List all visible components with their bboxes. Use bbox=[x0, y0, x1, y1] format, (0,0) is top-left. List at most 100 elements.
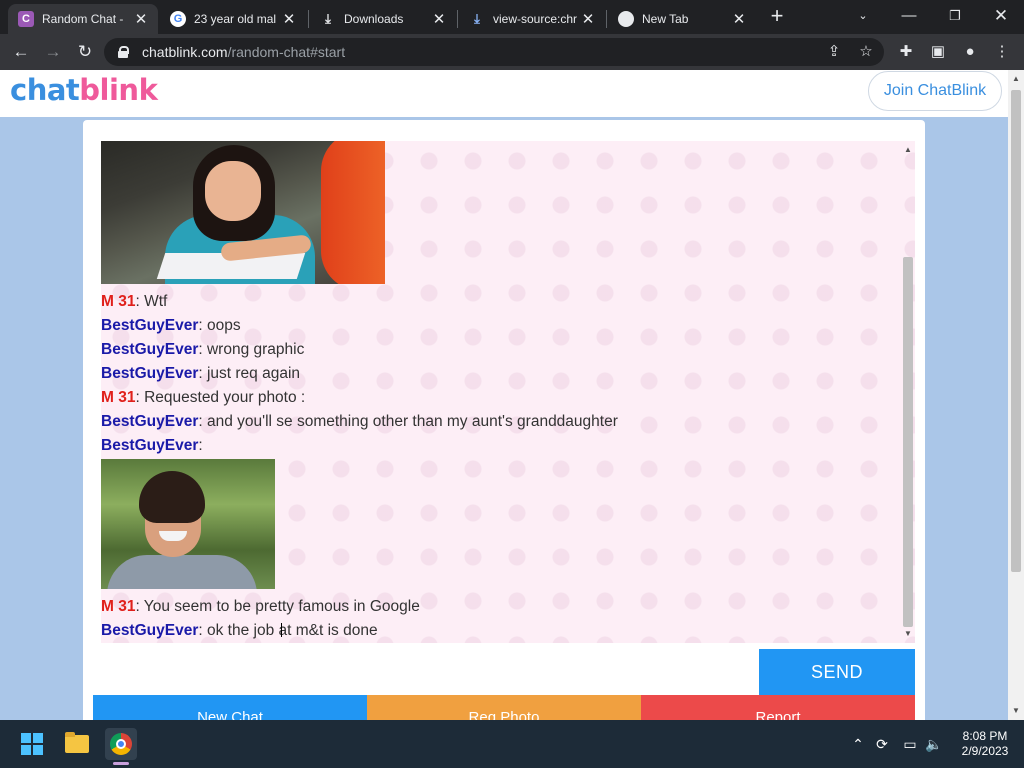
chrome-icon bbox=[618, 11, 634, 27]
send-button[interactable]: SEND bbox=[759, 649, 915, 695]
extensions-puzzle-icon[interactable]: ✚ bbox=[896, 42, 916, 62]
close-tab-icon[interactable]: ✕ bbox=[132, 10, 150, 28]
message-nick: BestGuyEver bbox=[101, 437, 199, 454]
tab-title: Random Chat - bbox=[42, 12, 124, 26]
chrome-icon bbox=[110, 733, 132, 755]
photo-detail bbox=[321, 141, 385, 284]
photo-detail bbox=[139, 471, 205, 523]
more-menu-icon[interactable]: ⋮ bbox=[992, 42, 1012, 62]
chat-scrollbar[interactable]: ▲ ▼ bbox=[901, 141, 915, 643]
chat-scroll-thumb[interactable] bbox=[903, 257, 913, 627]
close-tab-icon[interactable]: ✕ bbox=[430, 10, 448, 28]
close-tab-icon[interactable]: ✕ bbox=[730, 10, 748, 28]
profile-avatar-icon[interactable]: ● bbox=[960, 42, 980, 62]
chat-action-row: New Chat Req Photo Report bbox=[93, 695, 915, 720]
browser-toolbar: ← → ↻ chatblink.com/random-chat#start ⇪ … bbox=[0, 34, 1024, 70]
message-text: : and you'll se something other than my … bbox=[198, 413, 618, 430]
active-app-indicator bbox=[113, 762, 129, 765]
url-host: chatblink.com bbox=[142, 44, 228, 60]
reload-icon[interactable]: ↻ bbox=[72, 40, 98, 64]
tab-title: Downloads bbox=[344, 12, 404, 26]
message-text: : Wtf bbox=[135, 293, 168, 310]
chatblink-logo[interactable]: chatblink bbox=[10, 73, 158, 107]
back-arrow-icon[interactable]: ← bbox=[8, 40, 34, 64]
text-cursor bbox=[281, 623, 287, 637]
chat-message: BestGuyEver: wrong graphic bbox=[101, 338, 897, 362]
chat-message: BestGuyEver: just req again bbox=[101, 362, 897, 386]
tab-separator bbox=[457, 10, 458, 28]
message-nick: M 31 bbox=[101, 389, 136, 406]
sync-icon[interactable]: ⟳ bbox=[872, 734, 892, 754]
logo-part-blink: blink bbox=[79, 73, 158, 107]
tray-chevron-up-icon[interactable]: ⌃ bbox=[848, 734, 868, 754]
message-text: : just req again bbox=[198, 365, 301, 382]
taskbar-clock[interactable]: 8:08 PM 2/9/2023 bbox=[950, 729, 1020, 759]
message-nick: BestGuyEver bbox=[101, 365, 199, 382]
report-button[interactable]: Report bbox=[641, 695, 915, 720]
req-photo-button[interactable]: Req Photo bbox=[367, 695, 641, 720]
network-icon[interactable]: ▭ bbox=[900, 734, 920, 754]
tab-search-chevron-icon[interactable]: ⌄ bbox=[850, 6, 876, 28]
forward-arrow-icon[interactable]: → bbox=[40, 40, 66, 64]
folder-icon bbox=[65, 732, 89, 753]
scroll-down-arrow-icon[interactable]: ▼ bbox=[901, 629, 915, 638]
page-viewport: chatblink Join ChatBlink M 31: Wtf BestG… bbox=[0, 70, 1024, 720]
new-tab-plus-icon[interactable]: + bbox=[766, 5, 788, 28]
message-nick: M 31 bbox=[101, 293, 136, 310]
chat-message: BestGuyEver: bbox=[101, 434, 897, 458]
side-panel-icon[interactable]: ▣ bbox=[928, 42, 948, 62]
page-scroll-down-icon[interactable]: ▼ bbox=[1008, 706, 1024, 715]
message-nick: BestGuyEver bbox=[101, 413, 199, 430]
tab-new-tab[interactable]: New Tab ✕ bbox=[608, 4, 756, 34]
message-nick: BestGuyEver bbox=[101, 622, 199, 639]
close-window-icon[interactable]: ✕ bbox=[988, 6, 1014, 28]
chat-message: BestGuyEver: oops bbox=[101, 314, 897, 338]
file-explorer-button[interactable] bbox=[61, 728, 93, 760]
message-text: : Requested your photo : bbox=[135, 389, 306, 406]
scroll-up-arrow-icon[interactable]: ▲ bbox=[901, 145, 915, 154]
bookmark-star-icon[interactable]: ☆ bbox=[856, 42, 876, 62]
chat-log[interactable]: M 31: Wtf BestGuyEver: oops BestGuyEver:… bbox=[101, 141, 915, 643]
windows-logo-icon bbox=[21, 733, 43, 755]
tab-title: New Tab bbox=[642, 12, 689, 26]
site-header: chatblink Join ChatBlink bbox=[0, 70, 1008, 117]
tab-random-chat[interactable]: C Random Chat - ✕ bbox=[8, 4, 158, 34]
join-chatblink-button[interactable]: Join ChatBlink bbox=[868, 71, 1002, 111]
tab-downloads[interactable]: ⤓ Downloads ✕ bbox=[310, 4, 456, 34]
url-path: /random-chat#start bbox=[227, 44, 346, 60]
chat-messages: M 31: Wtf BestGuyEver: oops BestGuyEver:… bbox=[101, 141, 897, 643]
tab-strip: C Random Chat - ✕ G 23 year old mal ✕ ⤓ … bbox=[0, 0, 1024, 34]
google-icon: G bbox=[170, 11, 186, 27]
page-scrollbar[interactable]: ▲ ▼ bbox=[1008, 70, 1024, 720]
photo-detail bbox=[107, 555, 257, 589]
shared-photo-girl[interactable] bbox=[101, 141, 385, 284]
chat-message: M 31: You seem to be pretty famous in Go… bbox=[101, 595, 897, 619]
chrome-taskbar-button[interactable] bbox=[105, 728, 137, 760]
download-icon: ⤓ bbox=[474, 11, 480, 26]
shared-photo-man[interactable] bbox=[101, 459, 275, 589]
message-input[interactable] bbox=[93, 650, 757, 694]
address-bar[interactable]: chatblink.com/random-chat#start bbox=[104, 38, 884, 66]
lock-icon[interactable] bbox=[118, 46, 129, 58]
message-nick: BestGuyEver bbox=[101, 341, 199, 358]
tab-title: 23 year old mal bbox=[194, 12, 277, 26]
chat-message: M 31: Requested your photo : bbox=[101, 386, 897, 410]
chat-message: M 31: Wtf bbox=[101, 290, 897, 314]
start-button[interactable] bbox=[16, 728, 48, 760]
message-text: : wrong graphic bbox=[198, 341, 305, 358]
tab-google-search[interactable]: G 23 year old mal ✕ bbox=[160, 4, 306, 34]
close-tab-icon[interactable]: ✕ bbox=[280, 10, 298, 28]
clock-time: 8:08 PM bbox=[962, 729, 1008, 743]
tab-title: view-source:chr bbox=[493, 12, 578, 26]
chat-message: BestGuyEver: ok the job at m&t is done bbox=[101, 619, 897, 643]
message-nick: M 31 bbox=[101, 598, 136, 615]
volume-icon[interactable]: 🔈 bbox=[924, 734, 944, 754]
new-chat-button[interactable]: New Chat bbox=[93, 695, 367, 720]
tab-view-source[interactable]: ⤓ view-source:chr ✕ bbox=[459, 4, 605, 34]
close-tab-icon[interactable]: ✕ bbox=[579, 10, 597, 28]
minimize-icon[interactable]: — bbox=[896, 6, 922, 28]
share-icon[interactable]: ⇪ bbox=[824, 42, 844, 62]
restore-icon[interactable]: ❐ bbox=[942, 6, 968, 28]
page-scroll-up-icon[interactable]: ▲ bbox=[1008, 74, 1024, 83]
page-scroll-thumb[interactable] bbox=[1011, 90, 1021, 572]
